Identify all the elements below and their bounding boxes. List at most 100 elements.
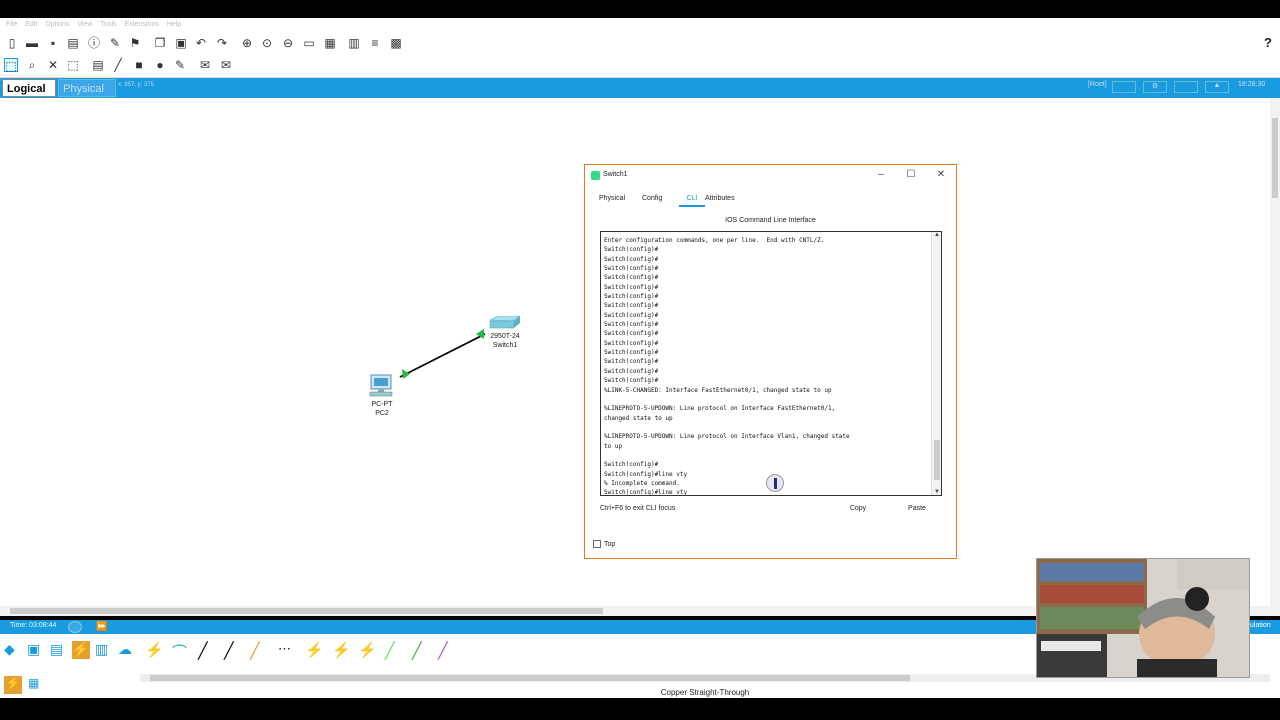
paste-button[interactable]: Paste (895, 502, 939, 516)
redo-icon[interactable]: ↷ (215, 36, 229, 50)
terminal-line: Switch(config)# (604, 358, 659, 366)
straight-through-icon[interactable]: ╱ (198, 641, 216, 660)
viewport-button[interactable] (1174, 81, 1198, 93)
open-folder-icon[interactable]: ▬ (25, 36, 39, 50)
mountain-icon[interactable]: ▲ (1205, 81, 1229, 93)
menu-extensions[interactable]: Extensions (125, 18, 159, 31)
tab-attributes[interactable]: Attributes (705, 195, 735, 202)
info-icon[interactable]: ⓘ (87, 36, 101, 50)
gear-icon[interactable]: ⚙ (1143, 81, 1167, 93)
copper-link[interactable] (399, 333, 486, 378)
tab-physical[interactable]: Physical (599, 195, 625, 202)
tab-config[interactable]: Config (642, 195, 662, 202)
root-label[interactable]: [Root] (1088, 81, 1107, 88)
text-cursor-icon (766, 474, 784, 492)
scroll-up-icon[interactable]: ▲ (933, 232, 941, 238)
clock-icon[interactable] (68, 621, 82, 633)
tab-physical[interactable]: Physical (58, 79, 116, 97)
print-icon[interactable]: ▤ (66, 36, 80, 50)
draw-ellipse-icon[interactable]: ● (153, 58, 167, 72)
help-icon[interactable]: ? (1264, 35, 1272, 50)
selected-connection-icon[interactable]: ⚡ (4, 676, 22, 694)
scroll-thumb[interactable] (10, 608, 603, 614)
device-list-icon[interactable]: ≡ (368, 36, 382, 50)
terminal-line: Switch(config)# (604, 349, 659, 357)
paste-icon[interactable]: ▣ (174, 36, 188, 50)
undo-icon[interactable]: ↶ (194, 36, 208, 50)
misc-icon[interactable]: ▥ (95, 641, 113, 659)
canvas-vertical-scrollbar[interactable] (1270, 98, 1280, 616)
menu-file[interactable]: File (6, 18, 17, 31)
draw-rectangle-icon[interactable]: ■ (132, 58, 146, 72)
new-cluster-button[interactable] (1112, 81, 1136, 93)
freeform-icon[interactable]: ✎ (173, 58, 187, 72)
iot-cable-icon[interactable]: ╱ (412, 641, 430, 660)
webcam-overlay-image (1036, 558, 1250, 678)
custom-device-icon[interactable]: ▥ (347, 36, 361, 50)
menu-edit[interactable]: Edit (25, 18, 37, 31)
multiuser-icon[interactable]: ☁ (118, 641, 136, 659)
cli-terminal[interactable]: Enter configuration commands, one per li… (600, 231, 942, 496)
simple-pdu-icon[interactable]: ✉ (198, 58, 212, 72)
scroll-down-icon[interactable]: ▼ (933, 489, 941, 495)
main-toolbar: ▯ ▬ ▪ ▤ ⓘ ✎ ⚑ ❐ ▣ ↶ ↷ ⊕ ⊙ ⊖ ▭ ▦ ▥ ≡ ▩ ? (0, 31, 1280, 55)
crossover-icon[interactable]: ╱ (224, 641, 242, 660)
zoom-in-icon[interactable]: ⊕ (240, 36, 254, 50)
fiber-icon[interactable]: ╱ (250, 641, 268, 660)
tab-cli[interactable]: CLI (679, 195, 705, 207)
serial-dte-icon[interactable]: ⚡ (358, 641, 377, 659)
menu-help[interactable]: Help (167, 18, 181, 31)
maximize-icon[interactable]: ☐ (904, 168, 918, 182)
palette-icon[interactable]: ▦ (323, 36, 337, 50)
window-titlebar[interactable]: Switch1 – ☐ ✕ (585, 165, 956, 187)
fast-forward-icon[interactable]: ⏩ (96, 621, 107, 632)
new-file-icon[interactable]: ▯ (5, 36, 19, 50)
pc-icon[interactable] (368, 374, 394, 398)
switch-icon[interactable] (486, 316, 522, 332)
terminal-scrollbar[interactable]: ▲ ▼ (931, 232, 941, 495)
serial-dce-icon[interactable]: ⚡ (332, 641, 351, 659)
scroll-thumb[interactable] (1272, 118, 1278, 198)
terminal-line: Switch(config)# (604, 274, 659, 282)
minimize-icon[interactable]: – (874, 168, 888, 182)
wizard-icon[interactable]: ✎ (108, 36, 122, 50)
connections-icon[interactable]: ⚡ (72, 641, 90, 659)
top-checkbox-row[interactable]: Top (593, 540, 615, 548)
delete-icon[interactable]: ✕ (46, 58, 60, 72)
usb-cable-icon[interactable]: ╱ (438, 641, 456, 660)
auto-connection-icon[interactable]: ⚡ (145, 641, 164, 659)
zoom-out-icon[interactable]: ⊖ (281, 36, 295, 50)
select-icon[interactable]: ⬚ (4, 58, 18, 73)
draw-line-icon[interactable]: ╱ (111, 58, 125, 72)
terminal-scroll-thumb[interactable] (934, 440, 940, 480)
tab-logical[interactable]: Logical (2, 79, 56, 97)
copy-icon[interactable]: ❐ (153, 36, 167, 50)
zoom-reset-icon[interactable]: ⊙ (260, 36, 274, 50)
grid-icon[interactable]: ▦ (28, 676, 46, 694)
coaxial-icon[interactable]: ⚡ (305, 641, 324, 659)
close-icon[interactable]: ✕ (934, 168, 948, 182)
inspect-icon[interactable]: ⌕ (25, 58, 39, 72)
palette-scroll-thumb[interactable] (150, 675, 910, 681)
workspace-bar: Logical Physical x: 857, y: 375 [Root] ⚙… (0, 78, 1280, 98)
octal-icon[interactable]: ╱ (385, 641, 403, 660)
complex-pdu-icon[interactable]: ✉ (219, 58, 233, 72)
menu-tools[interactable]: Tools (100, 18, 116, 31)
menu-view[interactable]: View (77, 18, 92, 31)
menu-options[interactable]: Options (45, 18, 69, 31)
resize-icon[interactable]: ⬚ (66, 58, 80, 72)
screenshot-icon[interactable]: ▩ (389, 36, 403, 50)
components-icon[interactable]: ▤ (50, 641, 68, 659)
save-icon[interactable]: ▪ (46, 36, 60, 50)
network-info-icon[interactable]: ⚑ (128, 36, 142, 50)
phone-cable-icon[interactable]: ⋯ (278, 641, 296, 659)
draw-rect-icon[interactable]: ▭ (302, 36, 316, 50)
top-checkbox[interactable] (593, 540, 601, 548)
end-devices-icon[interactable]: ▣ (27, 641, 45, 659)
note-icon[interactable]: ▤ (91, 58, 105, 72)
network-devices-icon[interactable]: ◆ (4, 641, 22, 659)
console-cable-icon[interactable]: ⌒ (172, 641, 190, 661)
copy-button[interactable]: Copy (838, 502, 878, 516)
simulation-tab[interactable]: ulation (1250, 622, 1271, 629)
